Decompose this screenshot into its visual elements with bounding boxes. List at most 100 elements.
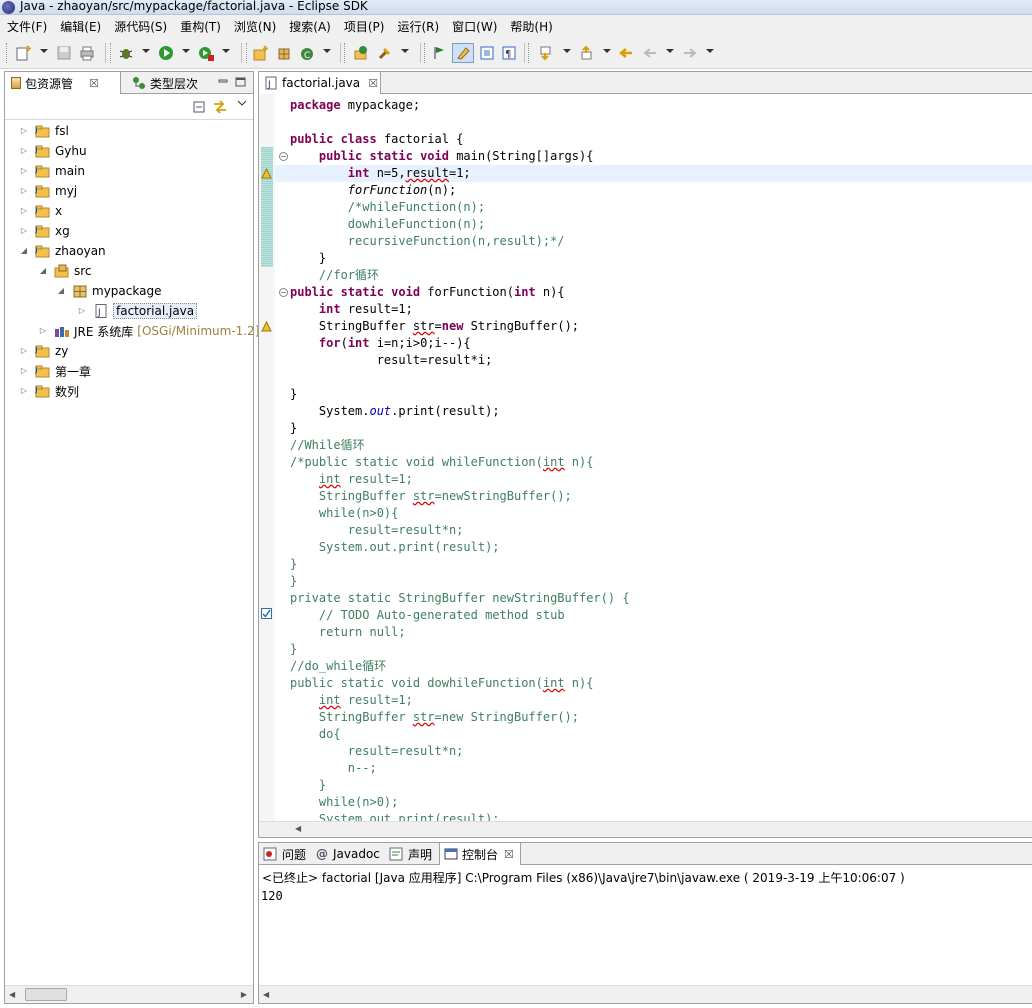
task-icon[interactable] <box>261 608 272 619</box>
tree-item[interactable]: ▷ Jmain <box>19 161 85 181</box>
new-icon[interactable] <box>14 44 32 62</box>
new-java-project-icon[interactable] <box>251 44 269 62</box>
tree-item[interactable]: ◢ Jzhaoyan <box>19 241 106 261</box>
menu-item[interactable]: 项目(P) <box>337 18 391 35</box>
left-horizontal-scrollbar[interactable]: ◀ ▶ <box>5 985 253 1003</box>
previous-annotation-dropdown-icon[interactable] <box>603 49 611 53</box>
save-icon[interactable] <box>55 44 73 62</box>
menu-item[interactable]: 窗口(W) <box>445 18 503 35</box>
tab-type-hierarchy[interactable]: 类型层次 <box>132 72 222 94</box>
maximize-icon[interactable] <box>235 77 247 89</box>
console-output[interactable]: 120 <box>261 889 283 903</box>
new-package-icon[interactable] <box>275 44 293 62</box>
expanded-arrow-icon[interactable]: ◢ <box>19 246 29 256</box>
new-class-dropdown-icon[interactable] <box>323 49 331 53</box>
scroll-left-icon[interactable]: ◀ <box>295 824 301 833</box>
collapsed-arrow-icon[interactable]: ▷ <box>19 386 29 396</box>
tab-factorial-java[interactable]: J factorial.java ☒ <box>259 72 381 94</box>
run-icon[interactable] <box>157 44 175 62</box>
collapsed-arrow-icon[interactable]: ▷ <box>77 306 87 316</box>
link-with-editor-icon[interactable] <box>212 100 228 114</box>
menu-item[interactable]: 搜索(A) <box>282 18 337 35</box>
tab-problems[interactable]: 问题 <box>261 843 313 865</box>
collapsed-arrow-icon[interactable]: ▷ <box>38 326 48 336</box>
run-dropdown-icon[interactable] <box>182 49 190 53</box>
tree-item[interactable]: ▷ Jfsl <box>19 121 69 141</box>
collapsed-arrow-icon[interactable]: ▷ <box>19 166 29 176</box>
scroll-left-icon[interactable]: ◀ <box>9 990 15 999</box>
editor-horizontal-scrollbar[interactable]: ◀ <box>259 821 1032 837</box>
tree-item[interactable]: ▷ Jmyj <box>19 181 77 201</box>
tab-package-explorer[interactable]: 包资源管 ☒ <box>5 72 121 94</box>
tree-item[interactable]: ▷ JRE 系统库 [OSGi/Minimum-1.2] <box>38 321 260 341</box>
expanded-arrow-icon[interactable]: ◢ <box>56 286 66 296</box>
previous-annotation-icon[interactable] <box>578 44 596 62</box>
debug-icon[interactable] <box>117 44 135 62</box>
scroll-thumb[interactable] <box>25 988 67 1001</box>
tree-item[interactable]: ▷ J Gyhu <box>19 141 87 161</box>
collapsed-arrow-icon[interactable]: ▷ <box>19 206 29 216</box>
next-annotation-icon[interactable] <box>537 44 555 62</box>
fold-icon[interactable]: − <box>279 288 288 297</box>
menu-item[interactable]: 源代码(S) <box>107 18 173 35</box>
view-menu-icon[interactable] <box>236 97 248 109</box>
tree-item[interactable]: ◢ mypackage <box>56 281 162 301</box>
menu-item[interactable]: 运行(R) <box>390 18 445 35</box>
collapsed-arrow-icon[interactable]: ▷ <box>19 346 29 356</box>
close-icon[interactable]: ☒ <box>89 77 99 90</box>
next-annotation-dropdown-icon[interactable] <box>563 49 571 53</box>
menu-item[interactable]: 浏览(N) <box>227 18 282 35</box>
code-area[interactable]: package mypackage; public class factorial… <box>275 94 1032 821</box>
tab-console[interactable]: 控制台 ☒ <box>439 843 521 865</box>
expanded-arrow-icon[interactable]: ◢ <box>38 266 48 276</box>
block-selection-icon[interactable] <box>478 44 496 62</box>
tab-javadoc[interactable]: @ Javadoc <box>314 843 386 865</box>
search-dropdown-icon[interactable] <box>401 49 409 53</box>
collapsed-arrow-icon[interactable]: ▷ <box>19 126 29 136</box>
open-type-icon[interactable] <box>352 44 370 62</box>
minimize-icon[interactable] <box>217 77 229 89</box>
tree-item[interactable]: ▷ Jfactorial.java <box>77 301 198 321</box>
collapsed-arrow-icon[interactable]: ▷ <box>19 186 29 196</box>
java-project-icon: J <box>34 224 51 238</box>
collapsed-arrow-icon[interactable]: ▷ <box>19 366 29 376</box>
close-icon[interactable]: ☒ <box>504 848 514 861</box>
external-tools-dropdown-icon[interactable] <box>222 49 230 53</box>
tree-item[interactable]: ▷ Jzy <box>19 341 68 361</box>
toggle-ant-mark-icon[interactable] <box>430 44 448 62</box>
mark-occurrences-icon[interactable] <box>452 43 474 63</box>
fold-icon[interactable]: − <box>279 152 288 161</box>
scroll-right-icon[interactable]: ▶ <box>241 990 247 999</box>
tree-item[interactable]: ▷ Jxg <box>19 221 70 241</box>
show-whitespace-icon[interactable]: ¶ <box>500 44 518 62</box>
menu-item[interactable]: 文件(F) <box>0 18 53 35</box>
console-horizontal-scrollbar[interactable]: ◀ <box>259 985 1032 1003</box>
warning-icon[interactable] <box>261 320 272 332</box>
collapsed-arrow-icon[interactable]: ▷ <box>19 146 29 156</box>
svg-text:J: J <box>35 226 38 234</box>
back-icon[interactable] <box>641 44 659 62</box>
tree-item[interactable]: ▷ J 数列 <box>19 381 79 401</box>
external-tools-icon[interactable] <box>197 44 215 62</box>
last-edit-location-icon[interactable] <box>617 44 635 62</box>
tab-declaration[interactable]: 声明 <box>389 843 439 865</box>
print-icon[interactable] <box>78 44 96 62</box>
tree-item[interactable]: ▷ Jx <box>19 201 62 221</box>
collapsed-arrow-icon[interactable]: ▷ <box>19 226 29 236</box>
scroll-left-icon[interactable]: ◀ <box>263 990 269 999</box>
tree-item[interactable]: ◢ src <box>38 261 92 281</box>
menu-item[interactable]: 帮助(H) <box>503 18 558 35</box>
close-icon[interactable]: ☒ <box>368 77 378 90</box>
forward-icon[interactable] <box>681 44 699 62</box>
new-class-icon[interactable]: C <box>299 44 317 62</box>
new-dropdown-icon[interactable] <box>40 49 48 53</box>
collapse-all-icon[interactable] <box>193 101 205 113</box>
search-icon[interactable] <box>376 44 394 62</box>
menu-item[interactable]: 编辑(E) <box>53 18 107 35</box>
tree-item[interactable]: ▷ J 第一章 <box>19 361 91 381</box>
forward-dropdown-icon[interactable] <box>706 49 714 53</box>
back-dropdown-icon[interactable] <box>666 49 674 53</box>
menu-item[interactable]: 重构(T) <box>173 18 227 35</box>
warning-icon[interactable] <box>261 167 272 179</box>
debug-dropdown-icon[interactable] <box>142 49 150 53</box>
